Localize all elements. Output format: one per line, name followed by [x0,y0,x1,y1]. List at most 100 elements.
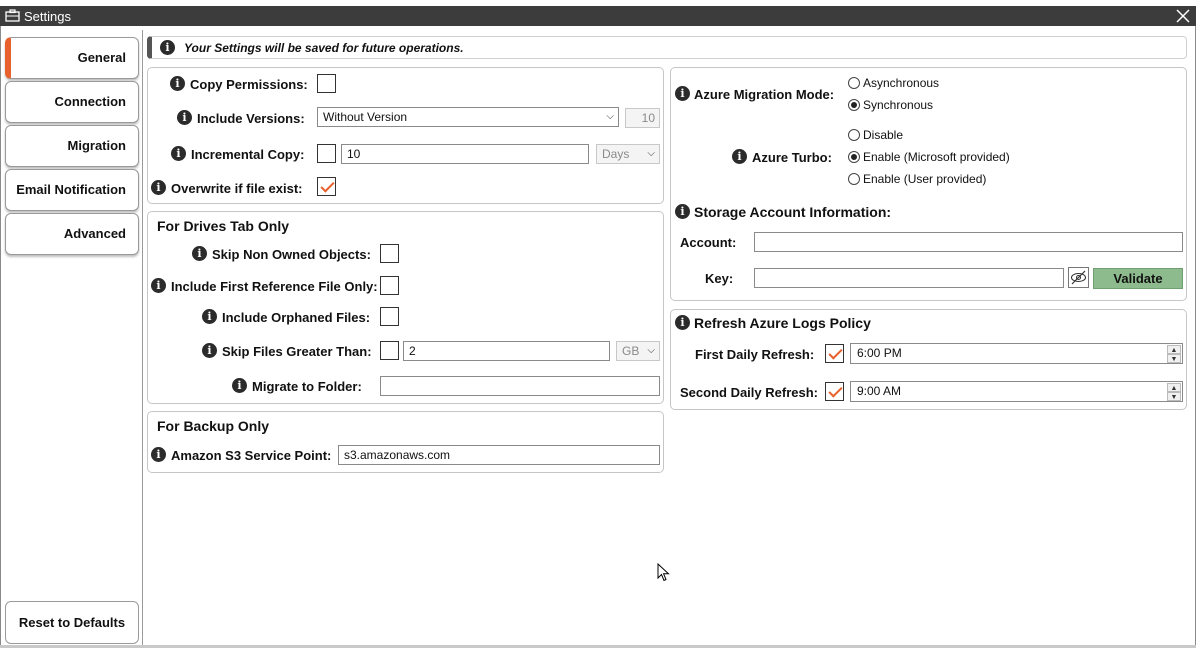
info-icon[interactable]: i [170,76,185,91]
dropdown-arrow-icon: ⌵ [606,111,614,122]
include-versions-label: Include Versions: [197,111,305,126]
radio-dot [848,173,860,185]
incremental-unit-dropdown: Days ⌵ [596,144,660,164]
dropdown-arrow-icon: ⌵ [647,148,655,159]
radio-dot [848,129,860,141]
overwrite-checkbox[interactable] [317,177,336,196]
skip-greater-label: Skip Files Greater Than: [222,344,372,359]
radio-label: Synchronous [863,98,934,112]
second-refresh-time-picker[interactable]: 9:00 AM ▲ ▼ [850,381,1183,402]
info-icon[interactable]: i [202,343,217,358]
copy-permissions-checkbox[interactable] [317,74,336,93]
radio-turbo-disable[interactable]: Disable [848,128,903,142]
radio-label: Enable (User provided) [863,172,987,186]
info-banner: i Your Settings will be saved for future… [147,36,1187,59]
radio-label: Disable [863,128,904,142]
radio-dot [848,77,860,89]
skip-greater-unit-value: GB [622,344,640,358]
title-bar: Settings [0,6,1196,26]
info-icon[interactable]: i [192,246,207,261]
first-refresh-checkbox[interactable] [825,344,844,363]
refresh-logs-title: Refresh Azure Logs Policy [694,315,871,331]
incremental-copy-label: Incremental Copy: [191,147,305,162]
skip-greater-input[interactable]: 2 [403,341,610,361]
orphaned-files-checkbox[interactable] [380,307,399,326]
sidebar-item-migration[interactable]: Migration [5,125,139,167]
show-key-button[interactable] [1068,267,1089,288]
info-icon[interactable]: i [202,309,217,324]
skip-non-owned-checkbox[interactable] [380,244,399,263]
sidebar-divider [142,30,143,645]
close-icon[interactable] [1175,8,1191,24]
spinner-up-icon[interactable]: ▲ [1167,345,1181,354]
spinner-down-icon[interactable]: ▼ [1167,392,1181,401]
include-versions-value: Without Version [323,110,408,124]
radio-asynchronous[interactable]: Asynchronous [848,76,939,90]
key-label: Key: [705,271,734,286]
second-refresh-checkbox[interactable] [825,382,844,401]
azure-migration-mode-label: Azure Migration Mode: [694,87,835,102]
info-icon[interactable]: i [675,86,690,101]
sidebar-item-general[interactable]: General [5,37,139,79]
radio-dot [848,151,860,163]
migrate-folder-label: Migrate to Folder: [252,379,362,394]
first-refresh-time: 6:00 PM [857,346,902,360]
briefcase-icon [5,9,20,22]
s3-service-point-input[interactable]: s3.amazonaws.com [338,445,660,465]
sidebar-item-email-notification[interactable]: Email Notification [5,169,139,211]
radio-label: Enable (Microsoft provided) [863,150,1010,164]
radio-dot [848,99,860,111]
account-input[interactable] [754,232,1183,252]
backup-panel-title: For Backup Only [157,418,270,434]
azure-turbo-label: Azure Turbo: [752,150,832,165]
second-refresh-time: 9:00 AM [857,384,902,398]
radio-synchronous[interactable]: Synchronous [848,98,933,112]
info-banner-text: Your Settings will be saved for future o… [184,41,464,55]
account-label: Account: [680,235,737,250]
window-title: Settings [24,9,71,24]
first-reference-checkbox[interactable] [380,276,399,295]
drives-panel-title: For Drives Tab Only [157,218,289,234]
reset-to-defaults-button[interactable]: Reset to Defaults [5,601,139,644]
incremental-copy-checkbox[interactable] [317,144,336,163]
info-icon[interactable]: i [675,315,690,330]
radio-turbo-user[interactable]: Enable (User provided) [848,172,986,186]
second-refresh-label: Second Daily Refresh: [680,385,818,400]
s3-service-point-label: Amazon S3 Service Point: [171,448,332,463]
storage-account-title: Storage Account Information: [694,204,892,220]
window-border-left [0,26,1,648]
first-reference-label: Include First Reference File Only: [171,279,378,294]
spinner-down-icon[interactable]: ▼ [1167,354,1181,363]
first-refresh-time-picker[interactable]: 6:00 PM ▲ ▼ [850,343,1183,364]
incremental-unit-value: Days [602,147,630,161]
version-count-field: 10 [625,108,660,128]
spinner-up-icon[interactable]: ▲ [1167,383,1181,392]
copy-permissions-label: Copy Permissions: [190,77,308,92]
include-versions-dropdown[interactable]: Without Version ⌵ [317,107,619,127]
migrate-folder-input[interactable] [380,376,660,396]
info-icon[interactable]: i [732,149,747,164]
info-icon: i [160,40,175,55]
info-icon[interactable]: i [151,180,166,195]
sidebar-item-connection[interactable]: Connection [5,81,139,123]
info-icon[interactable]: i [232,378,247,393]
key-input[interactable] [754,268,1064,288]
sidebar-item-advanced[interactable]: Advanced [5,213,139,255]
eye-slash-icon [1070,270,1087,285]
skip-greater-unit-dropdown: GB ⌵ [616,341,660,361]
info-icon[interactable]: i [675,204,690,219]
skip-non-owned-label: Skip Non Owned Objects: [212,247,371,262]
info-icon[interactable]: i [151,447,166,462]
info-icon[interactable]: i [171,146,186,161]
incremental-copy-input[interactable]: 10 [341,144,589,164]
first-refresh-label: First Daily Refresh: [695,347,815,362]
radio-label: Asynchronous [863,76,940,90]
overwrite-label: Overwrite if file exist: [171,181,303,196]
info-icon[interactable]: i [151,278,166,293]
validate-button[interactable]: Validate [1093,268,1183,289]
radio-turbo-microsoft[interactable]: Enable (Microsoft provided) [848,150,1010,164]
mouse-cursor-icon [657,563,670,582]
orphaned-files-label: Include Orphaned Files: [222,310,371,325]
skip-greater-checkbox[interactable] [380,341,399,360]
info-icon[interactable]: i [177,110,192,125]
